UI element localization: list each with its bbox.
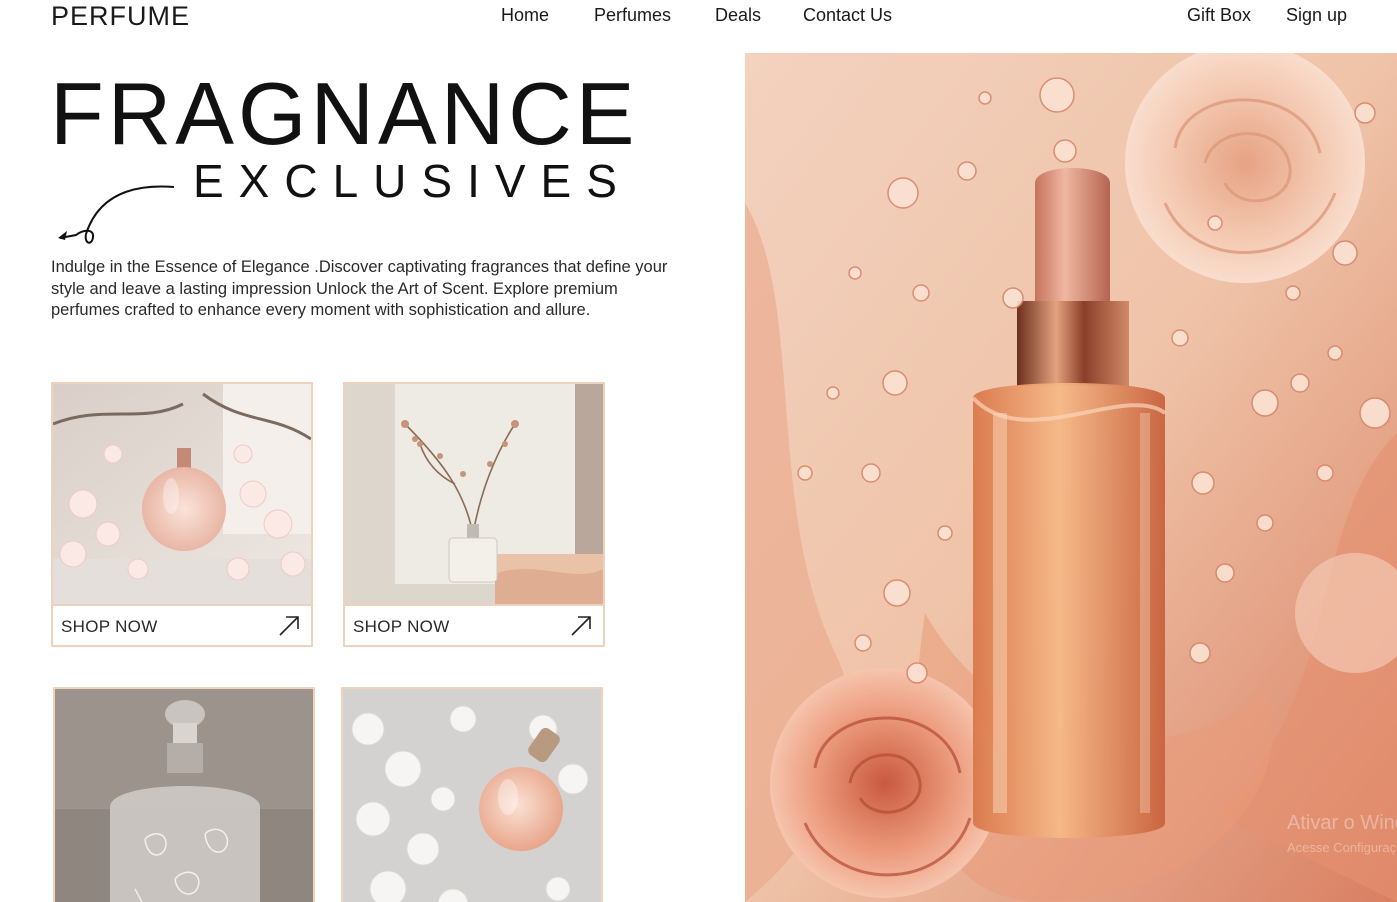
- os-activation-watermark: Ativar o Windows: [1287, 812, 1397, 834]
- decorative-swash-icon: [58, 185, 175, 244]
- product-card[interactable]: SHOP NOW: [343, 382, 605, 647]
- hero-title: FRAGNANCE: [50, 64, 639, 163]
- product-card[interactable]: [341, 687, 603, 902]
- product-image-crystal-bottle[interactable]: [55, 689, 313, 902]
- main-nav: Home Perfumes Deals Contact Us Gift Box …: [0, 5, 1397, 29]
- nav-contact-link[interactable]: Contact Us: [803, 5, 892, 26]
- nav-sign-up-link[interactable]: Sign up: [1286, 5, 1347, 26]
- product-image-cherry-blossom-perfume[interactable]: [53, 384, 311, 604]
- nav-gift-box-link[interactable]: Gift Box: [1187, 5, 1251, 26]
- os-activation-watermark-sub: Acesse Configurações: [1287, 840, 1397, 855]
- hero-subtitle: EXCLUSIVES: [193, 155, 632, 207]
- shop-now-label: SHOP NOW: [61, 617, 158, 636]
- hero-image-perfume-splash: [745, 53, 1397, 902]
- arrow-up-right-icon: [279, 616, 299, 636]
- nav-deals-link[interactable]: Deals: [715, 5, 761, 26]
- hero-description: Indulge in the Essence of Elegance .Disc…: [51, 258, 668, 319]
- shop-now-button[interactable]: SHOP NOW: [53, 604, 311, 645]
- nav-perfumes-link[interactable]: Perfumes: [594, 5, 671, 26]
- shop-now-label: SHOP NOW: [353, 617, 450, 636]
- shop-now-button[interactable]: SHOP NOW: [345, 604, 603, 645]
- product-card[interactable]: [53, 687, 315, 902]
- product-image-rose-perfume-flowers[interactable]: [343, 689, 601, 902]
- product-card[interactable]: SHOP NOW: [51, 382, 313, 647]
- nav-home-link[interactable]: Home: [501, 5, 549, 26]
- arrow-up-right-icon: [571, 616, 591, 636]
- product-image-dried-flowers-perfume[interactable]: [345, 384, 603, 604]
